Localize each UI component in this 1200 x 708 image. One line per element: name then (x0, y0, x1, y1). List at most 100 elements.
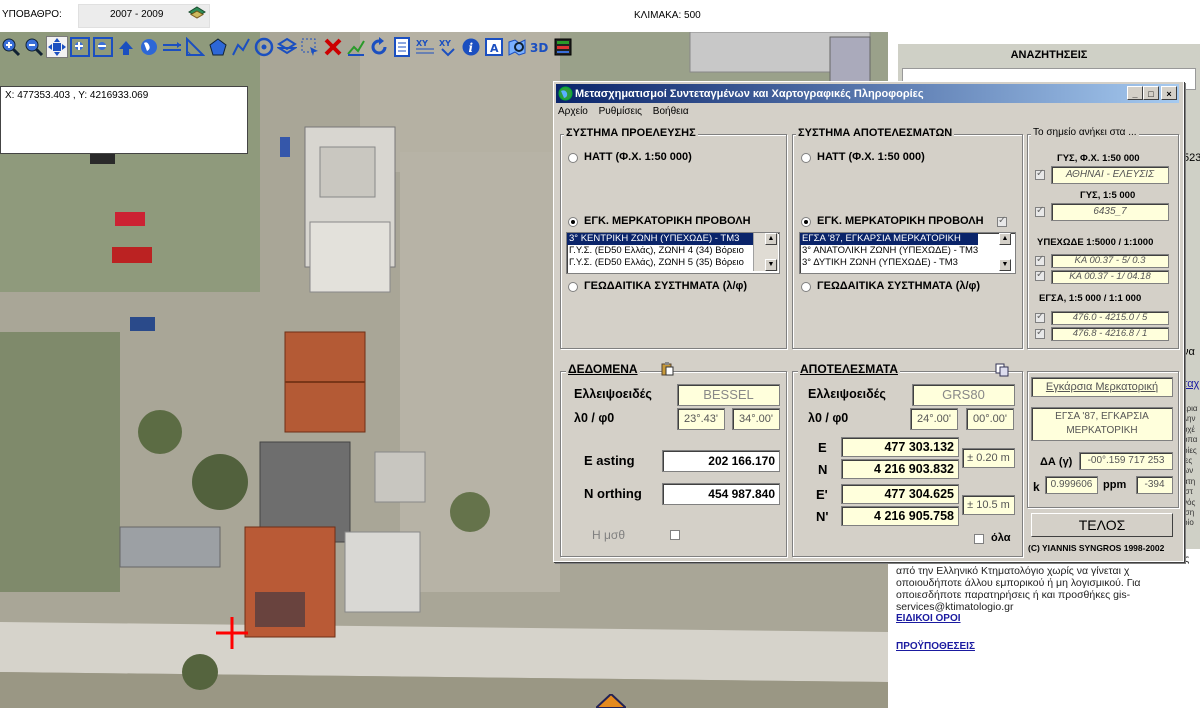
circle-icon[interactable] (253, 36, 275, 58)
list-item[interactable]: ΕΓΣΑ '87, ΕΓΚΑΡΣΙΑ ΜΕΡΚΑΤΟΡΙΚΗ (800, 233, 978, 245)
source-list-scrollbar[interactable]: ▲ ▼ (753, 233, 778, 271)
egsa-a-value: 476.0 - 4215.0 / 5 (1051, 311, 1169, 325)
source-geod-label: ΓΕΩΔΑΙΤΙΚΑ ΣΥΣΤΗΜΑΤΑ (λ/φ) (584, 280, 748, 292)
northing-input[interactable]: 454 987.840 (662, 483, 780, 505)
result-geod-radio[interactable] (801, 282, 811, 292)
results-title: ΑΠΟΤΕΛΕΣΜΑΤΑ (798, 362, 900, 376)
transform-icon[interactable]: XY (437, 36, 459, 58)
clear-icon[interactable] (322, 36, 344, 58)
list-item[interactable]: Γ.Υ.Σ. (ED50 Ελλάς), ΖΩΝΗ 5 (35) Βόρειο (567, 257, 753, 269)
list-item[interactable]: Γ.Υ.Σ. (ED50 Ελλάς), ΖΩΝΗ 4 (34) Βόρειο (567, 245, 753, 257)
source-hatt-radio[interactable] (568, 153, 578, 163)
menu-file[interactable]: Αρχείο (558, 106, 588, 117)
world-icon[interactable] (138, 36, 160, 58)
app-globe-icon (558, 86, 573, 101)
3d-view-icon[interactable]: 3D (529, 36, 551, 58)
print-icon[interactable]: A (483, 36, 505, 58)
menu-settings[interactable]: Ρυθμίσεις (599, 106, 642, 117)
pan-icon[interactable] (46, 36, 68, 58)
gys-50000-header: ΓΥΣ, Φ.Χ. 1:50 000 (1057, 153, 1140, 164)
info-icon[interactable]: i (460, 36, 482, 58)
result-hatt-radio[interactable] (801, 153, 811, 163)
egsa-a-checkbox[interactable] (1035, 311, 1045, 323)
k-value: 0.999606 (1045, 476, 1098, 494)
scroll-down-icon[interactable]: ▼ (765, 259, 777, 271)
coords-icon[interactable]: XY (414, 36, 436, 58)
search-header: ΑΝΑΖΗΤΗΣΕΙΣ (1010, 49, 1088, 61)
sidebar-footer: Ο ιστότοπος έχει δημιουργηθεί με λογισμι… (896, 553, 1196, 653)
layers-select-icon[interactable] (276, 36, 298, 58)
transformation-dialog: Μετασχηματισμοί Συντεταγμένων και Χαρτογ… (553, 81, 1184, 562)
svg-text:i: i (469, 41, 474, 55)
result-merc-radio[interactable] (801, 217, 811, 227)
gys-5000-checkbox[interactable] (1035, 205, 1045, 217)
easting-input[interactable]: 202 166.170 (662, 450, 780, 472)
report-icon[interactable] (391, 36, 413, 58)
dialog-titlebar[interactable]: Μετασχηματισμοί Συντεταγμένων και Χαρτογ… (556, 84, 1179, 103)
accuracy-2: ± 10.5 m (962, 495, 1015, 515)
source-merc-radio[interactable] (568, 217, 578, 227)
zoom-out-icon[interactable] (23, 36, 45, 58)
measure-area-icon[interactable] (184, 36, 206, 58)
search-map-icon[interactable] (506, 36, 528, 58)
maximize-button[interactable]: □ (1143, 86, 1159, 100)
ypexode-b-value: ΚΑ 00.37 - 1/ 04.18 (1051, 270, 1169, 284)
results-lambda-phi-label: λ0 / φ0 (808, 411, 849, 425)
sidebar-fragment: 523 (1183, 152, 1200, 164)
result-n-label: N (818, 462, 828, 477)
results-phi0: 00°.00' (966, 408, 1014, 430)
gys-50000-checkbox[interactable] (1035, 168, 1045, 180)
northing-label: N orthing (584, 486, 642, 501)
k-label: k (1033, 480, 1040, 494)
source-geod-radio[interactable] (568, 282, 578, 292)
egsa-b-checkbox[interactable] (1035, 327, 1045, 339)
zoom-window-icon[interactable] (69, 36, 91, 58)
close-button[interactable]: × (1161, 86, 1177, 100)
previous-view-icon[interactable] (115, 36, 137, 58)
zoom-in-icon[interactable] (0, 36, 22, 58)
special-terms-link[interactable]: ΕΙΔΙΚΟΙ ΟΡΟΙ (896, 613, 1196, 625)
ypexode-b-checkbox[interactable] (1035, 269, 1045, 281)
scroll-down-icon[interactable]: ▼ (999, 259, 1011, 271)
all-label: όλα (991, 532, 1011, 544)
result-zone-list[interactable]: ΕΓΣΑ '87, ΕΓΚΑΡΣΙΑ ΜΕΡΚΑΤΟΡΙΚΗ 3° ΑΝΑΤΟΛ… (799, 232, 1016, 274)
list-item[interactable]: 3° ΑΝΑΤΟΛΙΚΗ ΖΩΝΗ (ΥΠΕΧΩΔΕ) - ΤΜ3 (800, 245, 998, 257)
list-item[interactable]: 3° ΚΕΝΤΡΙΚΗ ΖΩΝΗ (ΥΠΕΧΩΔΕ) - ΤΜ3 (567, 233, 753, 245)
source-zone-list[interactable]: 3° ΚΕΝΤΡΙΚΗ ΖΩΝΗ (ΥΠΕΧΩΔΕ) - ΤΜ3 Γ.Υ.Σ. … (566, 232, 780, 274)
result-n2-label: N' (816, 509, 829, 524)
scroll-up-icon[interactable]: ▲ (765, 233, 777, 245)
edit-icon[interactable] (345, 36, 367, 58)
input-lambda0[interactable]: 23°.43' (677, 408, 725, 430)
ppm-label: ppm (1103, 479, 1127, 491)
map-toolbar: XY XY i A 3D (0, 36, 574, 60)
select-icon[interactable] (299, 36, 321, 58)
scroll-up-icon[interactable]: ▲ (999, 233, 1011, 245)
egsa-b-value: 476.8 - 4216.8 / 1 (1051, 327, 1169, 341)
result-e-value: 477 303.132 (841, 437, 959, 457)
input-data-title: ΔΕΔΟΜΕΝΑ (566, 362, 640, 376)
copy-icon[interactable] (995, 363, 1009, 377)
sidebar-link-fragment[interactable]: ταχ (1183, 378, 1199, 390)
ypexode-a-checkbox[interactable] (1035, 254, 1045, 266)
result-merc-checkbox[interactable] (997, 215, 1007, 227)
svg-text:XY: XY (439, 39, 451, 48)
layers-icon[interactable] (188, 4, 206, 22)
menu-help[interactable]: Βοήθεια (653, 106, 689, 117)
end-button[interactable]: ΤΕΛΟΣ (1031, 513, 1173, 537)
zoom-extent-icon[interactable] (92, 36, 114, 58)
height-checkbox[interactable] (670, 530, 680, 540)
location-marker-icon (596, 694, 626, 708)
list-item[interactable]: 3° ΔΥΤΙΚΗ ΖΩΝΗ (ΥΠΕΧΩΔΕ) - ΤΜ3 (800, 257, 998, 269)
input-ellipsoid-value[interactable]: BESSEL (677, 384, 780, 406)
result-n-value: 4 216 903.832 (841, 459, 959, 479)
conditions-link[interactable]: ΠΡΟΫΠΟΘΕΣΕΙΣ (896, 641, 1196, 653)
refresh-icon[interactable] (368, 36, 390, 58)
legend-icon[interactable] (552, 36, 574, 58)
all-checkbox[interactable] (974, 534, 984, 544)
minimize-button[interactable]: _ (1127, 86, 1143, 100)
polygon-icon[interactable] (207, 36, 229, 58)
measure-distance-icon[interactable] (161, 36, 183, 58)
polyline-icon[interactable] (230, 36, 252, 58)
input-phi0[interactable]: 34°.00' (732, 408, 780, 430)
paste-icon[interactable] (660, 362, 674, 376)
